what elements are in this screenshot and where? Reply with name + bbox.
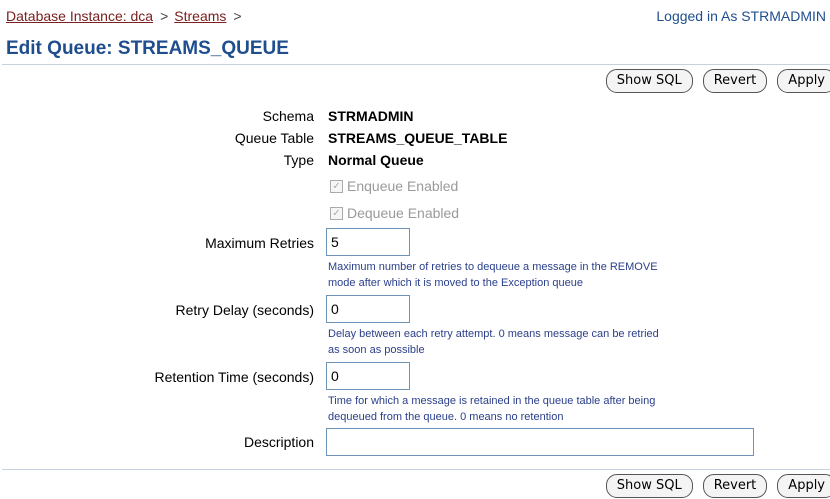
maximum-retries-label: Maximum Retries	[205, 235, 314, 251]
enqueue-enabled-checkbox[interactable]: ✓ Enqueue Enabled	[330, 178, 458, 194]
retry-delay-label: Retry Delay (seconds)	[175, 302, 315, 318]
retention-time-label: Retention Time (seconds)	[154, 369, 314, 385]
schema-value: STRMADMIN	[328, 108, 414, 124]
retention-time-input[interactable]	[326, 362, 410, 390]
description-label: Description	[243, 434, 314, 450]
type-value: Normal Queue	[328, 152, 424, 168]
revert-button[interactable]: Revert	[702, 474, 768, 498]
retry-delay-hint: as soon as possible	[328, 344, 425, 356]
breadcrumb-streams-link[interactable]: Streams	[174, 8, 226, 24]
dequeue-enabled-checkbox[interactable]: ✓ Dequeue Enabled	[330, 205, 459, 221]
type-label: Type	[283, 152, 314, 168]
breadcrumb-database-instance-link[interactable]: Database Instance: dca	[6, 8, 153, 24]
queue-table-label: Queue Table	[234, 130, 314, 146]
retry-delay-hint: Delay between each retry attempt. 0 mean…	[328, 328, 659, 340]
maximum-retries-hint: mode after which it is moved to the Exce…	[328, 277, 583, 289]
apply-button[interactable]: Apply	[777, 69, 830, 93]
logged-in-status: Logged in As STRMADMIN	[656, 8, 826, 24]
queue-table-value: STREAMS_QUEUE_TABLE	[328, 130, 508, 146]
maximum-retries-input[interactable]	[326, 228, 410, 256]
retry-delay-input[interactable]	[326, 295, 410, 323]
enqueue-enabled-label: Enqueue Enabled	[347, 178, 459, 194]
breadcrumb-separator: >	[233, 8, 242, 24]
title-divider	[2, 64, 830, 65]
bottom-button-bar: Show SQL Revert Apply	[605, 474, 830, 498]
breadcrumb: Database Instance: dca > Streams >	[6, 8, 248, 24]
show-sql-button[interactable]: Show SQL	[605, 474, 693, 498]
checkmark-icon: ✓	[330, 206, 343, 220]
retention-time-hint: dequeued from the queue. 0 means no rete…	[328, 411, 564, 423]
page-title: Edit Queue: STREAMS_QUEUE	[6, 38, 289, 59]
schema-label: Schema	[262, 108, 314, 124]
show-sql-button[interactable]: Show SQL	[605, 69, 693, 93]
description-input[interactable]	[326, 428, 754, 456]
apply-button[interactable]: Apply	[777, 474, 830, 498]
top-button-bar: Show SQL Revert Apply	[605, 69, 830, 93]
checkmark-icon: ✓	[330, 179, 343, 193]
revert-button[interactable]: Revert	[702, 69, 768, 93]
breadcrumb-separator: >	[160, 8, 169, 24]
maximum-retries-hint: Maximum number of retries to dequeue a m…	[328, 261, 658, 273]
retention-time-hint: Time for which a message is retained in …	[328, 395, 656, 407]
footer-divider	[2, 469, 830, 470]
dequeue-enabled-label: Dequeue Enabled	[347, 205, 460, 221]
